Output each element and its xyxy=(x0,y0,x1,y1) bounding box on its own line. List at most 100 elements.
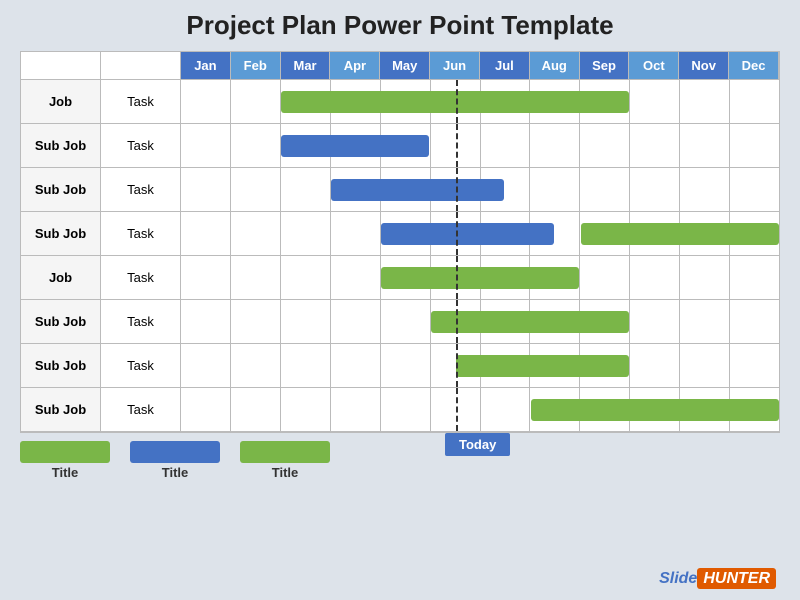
legend-item: Title xyxy=(20,441,110,480)
gantt-bar xyxy=(531,399,779,421)
grid-cell xyxy=(331,388,381,431)
grid-cell xyxy=(231,344,281,387)
task-label: Task xyxy=(101,124,181,167)
today-line xyxy=(456,124,458,167)
month-header-may: May xyxy=(380,52,430,80)
legend-color-box xyxy=(130,441,220,463)
gantt-bar xyxy=(281,135,429,157)
gantt-bar xyxy=(381,223,554,245)
gantt-bar xyxy=(581,223,779,245)
grid-cell xyxy=(281,388,331,431)
job-label: Sub Job xyxy=(21,388,101,431)
gantt-bar xyxy=(456,355,629,377)
job-label: Sub Job xyxy=(21,124,101,167)
grid-cell xyxy=(231,212,281,255)
legend-item: Title xyxy=(130,441,220,480)
grid-cell xyxy=(181,212,231,255)
grid-cell xyxy=(680,344,730,387)
grid-cell xyxy=(181,80,231,123)
today-label: Today xyxy=(445,433,510,456)
legend-label: Title xyxy=(162,465,189,480)
grid-cell xyxy=(231,388,281,431)
grid-cell xyxy=(580,124,630,167)
grid-cell xyxy=(730,344,779,387)
grid-cell xyxy=(181,256,231,299)
today-line xyxy=(456,212,458,255)
grid-cell xyxy=(730,256,779,299)
gantt-area xyxy=(181,80,779,123)
grid-cell xyxy=(181,388,231,431)
task-label: Task xyxy=(101,344,181,387)
grid-cell xyxy=(181,344,231,387)
grid-cell xyxy=(580,168,630,211)
month-header-mar: Mar xyxy=(281,52,331,80)
grid-cell xyxy=(530,124,580,167)
today-line xyxy=(456,168,458,211)
legend-label: Title xyxy=(52,465,79,480)
grid-cell xyxy=(331,256,381,299)
gantt-bar xyxy=(281,91,629,113)
legend-label: Title xyxy=(272,465,299,480)
month-header-aug: Aug xyxy=(530,52,580,80)
grid-cell xyxy=(331,344,381,387)
today-line xyxy=(456,256,458,299)
job-label: Sub Job xyxy=(21,168,101,211)
job-label: Job xyxy=(21,80,101,123)
table-row: JobTask xyxy=(21,80,779,124)
grid-cell xyxy=(331,300,381,343)
grid-cell xyxy=(181,168,231,211)
grid-cell xyxy=(630,124,680,167)
grid-cell xyxy=(680,80,730,123)
gantt-area xyxy=(181,388,779,431)
month-header-feb: Feb xyxy=(231,52,281,80)
table-row: JobTask xyxy=(21,256,779,300)
grid-cell xyxy=(231,300,281,343)
legend-color-box xyxy=(240,441,330,463)
month-header-jun: Jun xyxy=(430,52,480,80)
grid-cell xyxy=(580,256,630,299)
job-label: Job xyxy=(21,256,101,299)
grid-cell xyxy=(481,124,531,167)
gantt-rows: JobTaskSub JobTaskSub JobTaskSub JobTask… xyxy=(21,80,779,432)
table-row: Sub JobTask xyxy=(21,212,779,256)
gantt-bar xyxy=(331,179,504,201)
grid-cell xyxy=(181,300,231,343)
today-line xyxy=(456,344,458,387)
gantt-bar xyxy=(381,267,579,289)
table-row: Sub JobTask xyxy=(21,124,779,168)
gantt-area xyxy=(181,168,779,211)
logo: SlideHUNTER xyxy=(659,570,776,588)
legend-color-box xyxy=(20,441,110,463)
grid-cell xyxy=(680,124,730,167)
grid-cell xyxy=(331,212,381,255)
table-row: Sub JobTask xyxy=(21,168,779,212)
logo-slide: Slide xyxy=(659,570,697,587)
logo-hunter: HUNTER xyxy=(697,568,776,589)
gantt-area xyxy=(181,256,779,299)
grid-cell xyxy=(730,168,779,211)
grid-cell xyxy=(730,80,779,123)
task-label: Task xyxy=(101,80,181,123)
grid-cell xyxy=(381,388,431,431)
today-line xyxy=(456,300,458,343)
grid-cell xyxy=(530,168,580,211)
table-row: Sub JobTask xyxy=(21,344,779,388)
grid-cell xyxy=(630,300,680,343)
grid-cell xyxy=(680,256,730,299)
grid-cell xyxy=(231,256,281,299)
task-label: Task xyxy=(101,168,181,211)
grid-cell xyxy=(281,256,331,299)
grid-cell xyxy=(231,80,281,123)
month-header-jul: Jul xyxy=(480,52,530,80)
grid-cell xyxy=(381,300,431,343)
grid-cell xyxy=(281,168,331,211)
grid-cell xyxy=(231,124,281,167)
task-label: Task xyxy=(101,300,181,343)
task-label: Task xyxy=(101,256,181,299)
grid-cell xyxy=(481,388,531,431)
gantt-bar xyxy=(431,311,629,333)
grid-cell xyxy=(281,212,331,255)
grid-cell xyxy=(381,344,431,387)
task-label: Task xyxy=(101,388,181,431)
month-header-oct: Oct xyxy=(629,52,679,80)
